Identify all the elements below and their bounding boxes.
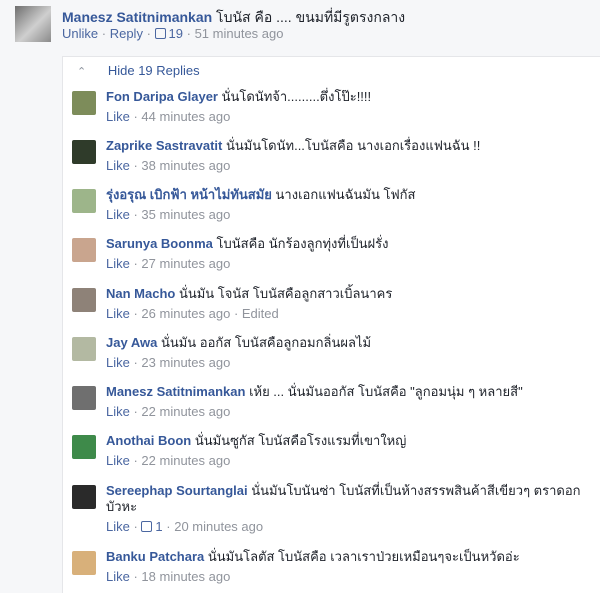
reply-body: Zaprike Sastravatit นั่นมันโดนัท...โบนัส… bbox=[106, 138, 596, 174]
reply-meta: Like · 23 minutes ago bbox=[106, 355, 231, 370]
like-count[interactable]: 1 bbox=[141, 519, 163, 534]
like-link[interactable]: Like bbox=[106, 109, 130, 124]
reply-text: นั่นมันโลตัส โบนัสคือ เวลาเราป่วยเหมือนๆ… bbox=[207, 549, 520, 564]
timestamp: 22 minutes ago bbox=[141, 453, 231, 468]
reply-meta: Like · 35 minutes ago bbox=[106, 207, 231, 222]
like-link[interactable]: Like bbox=[106, 158, 130, 173]
reply-body: Sarunya Boonma โบนัสคือ นักร้องลูกทุ่งที… bbox=[106, 236, 596, 272]
reply-meta: Like · 44 minutes ago bbox=[106, 109, 231, 124]
timestamp: 22 minutes ago bbox=[141, 404, 231, 419]
reply-meta: Like · 22 minutes ago bbox=[106, 404, 231, 419]
author-link[interactable]: Anothai Boon bbox=[106, 433, 191, 448]
reply-meta: Like · 26 minutes ago · Edited bbox=[106, 306, 279, 321]
avatar[interactable] bbox=[72, 189, 96, 213]
avatar[interactable] bbox=[72, 238, 96, 262]
timestamp: 35 minutes ago bbox=[141, 207, 231, 222]
reply-text: นั่นมันโดนัท...โบนัสคือ นางเอกเรื่องแฟนฉ… bbox=[225, 138, 481, 153]
reply-link[interactable]: Reply bbox=[110, 26, 143, 41]
reply-body: Anothai Boon นั่นมันซูกัส โบนัสคือโรงแรม… bbox=[106, 433, 596, 469]
reply-body: รุ่งอรุณ เบิกฟ้า หน้าไม่ทันสมัย นางเอกแฟ… bbox=[106, 187, 596, 223]
author-link[interactable]: รุ่งอรุณ เบิกฟ้า หน้าไม่ทันสมัย bbox=[106, 187, 272, 202]
author-link[interactable]: Nan Macho bbox=[106, 286, 175, 301]
chevron-up-icon: ⌃ bbox=[77, 66, 87, 78]
timestamp: 23 minutes ago bbox=[141, 355, 231, 370]
reply-text: นั่นโดนัทจ้า.........ตึ่งโป๊ะ!!!! bbox=[221, 89, 372, 104]
reply-body: Nan Macho นั่นมัน โจนัส โบนัสคือลูกสาวเบ… bbox=[106, 286, 596, 322]
reply-body: Sereephap Sourtanglai นั่นมันโบนันซ่า โบ… bbox=[106, 483, 596, 535]
avatar[interactable] bbox=[72, 91, 96, 115]
comment-meta: Unlike · Reply · 19 · 51 minutes ago bbox=[62, 26, 284, 41]
avatar[interactable] bbox=[72, 551, 96, 575]
like-link[interactable]: Like bbox=[106, 453, 130, 468]
avatar[interactable] bbox=[72, 485, 96, 509]
unlike-link[interactable]: Unlike bbox=[62, 26, 98, 41]
like-link[interactable]: Like bbox=[106, 207, 130, 222]
like-link[interactable]: Like bbox=[106, 256, 130, 271]
author-link[interactable]: Manesz Satitnimankan bbox=[62, 9, 212, 25]
reply-meta: Like · 18 minutes ago bbox=[106, 569, 231, 584]
timestamp: 20 minutes ago bbox=[174, 519, 264, 534]
thumbs-up-icon bbox=[141, 521, 153, 532]
reply-body: Fon Daripa Glayer นั่นโดนัทจ้า.........ต… bbox=[106, 89, 596, 125]
author-link[interactable]: Sarunya Boonma bbox=[106, 236, 213, 251]
reply-body: Manesz Satitnimankan เห้ย ... นั่นมันออก… bbox=[106, 384, 596, 420]
timestamp: 26 minutes ago bbox=[141, 306, 231, 321]
avatar[interactable] bbox=[72, 435, 96, 459]
timestamp: 27 minutes ago bbox=[141, 256, 231, 271]
like-link[interactable]: Like bbox=[106, 355, 130, 370]
author-link[interactable]: Sereephap Sourtanglai bbox=[106, 483, 248, 498]
like-link[interactable]: Like bbox=[106, 569, 130, 584]
author-link[interactable]: Zaprike Sastravatit bbox=[106, 138, 222, 153]
timestamp: 51 minutes ago bbox=[194, 26, 284, 41]
avatar[interactable] bbox=[72, 337, 96, 361]
author-link[interactable]: Banku Patchara bbox=[106, 549, 204, 564]
reply-text: นางเอกแฟนฉันมัน โฟกัส bbox=[275, 187, 416, 202]
like-link[interactable]: Like bbox=[106, 306, 130, 321]
author-link[interactable]: Fon Daripa Glayer bbox=[106, 89, 218, 104]
like-link[interactable]: Like bbox=[106, 519, 130, 534]
thumbs-up-icon bbox=[154, 28, 166, 39]
timestamp: 18 minutes ago bbox=[141, 569, 231, 584]
reply-body: Jay Awa นั่นมัน ออกัส โบนัสคือลูกอมกลิ่น… bbox=[106, 335, 596, 371]
reply-text: เห้ย ... นั่นมันออกัส โบนัสคือ "ลูกอมนุ่… bbox=[249, 384, 523, 399]
author-link[interactable]: Jay Awa bbox=[106, 335, 157, 350]
reply-meta: Like · 1 · 20 minutes ago bbox=[106, 519, 264, 534]
reply-text: นั่นมัน ออกัส โบนัสคือลูกอมกลิ่นผลไม้ bbox=[160, 335, 372, 350]
comment-text: โบนัส คือ .... ขนมที่มีรูตรงกลาง bbox=[216, 9, 406, 25]
avatar[interactable] bbox=[72, 140, 96, 164]
like-link[interactable]: Like bbox=[106, 404, 130, 419]
avatar[interactable] bbox=[72, 288, 96, 312]
reply-meta: Like · 27 minutes ago bbox=[106, 256, 231, 271]
reply-body: Banku Patchara นั่นมันโลตัส โบนัสคือ เวล… bbox=[106, 549, 596, 585]
top-comment: Manesz Satitnimankan โบนัส คือ .... ขนมท… bbox=[0, 0, 600, 50]
reply-text: นั่นมัน โจนัส โบนัสคือลูกสาวเบิ้ลนาคร bbox=[178, 286, 393, 301]
avatar[interactable] bbox=[15, 6, 51, 42]
reply-text: นั่นมันซูกัส โบนัสคือโรงแรมที่เขาใหญ่ bbox=[194, 433, 407, 448]
replies-panel: ⌃ Hide 19 Replies Fon Daripa Glayer นั่น… bbox=[62, 56, 600, 593]
hide-replies-label[interactable]: Hide 19 Replies bbox=[108, 63, 200, 78]
hide-replies-toggle[interactable]: ⌃ Hide 19 Replies bbox=[77, 63, 200, 78]
timestamp: 44 minutes ago bbox=[141, 109, 231, 124]
timestamp: 38 minutes ago bbox=[141, 158, 231, 173]
reply-text: โบนัสคือ นักร้องลูกทุ่งที่เป็นฝรั่ง bbox=[216, 236, 389, 251]
like-count[interactable]: 19 bbox=[154, 26, 183, 41]
edited-label[interactable]: Edited bbox=[242, 306, 279, 321]
author-link[interactable]: Manesz Satitnimankan bbox=[106, 384, 245, 399]
reply-meta: Like · 22 minutes ago bbox=[106, 453, 231, 468]
avatar[interactable] bbox=[72, 386, 96, 410]
reply-meta: Like · 38 minutes ago bbox=[106, 158, 231, 173]
